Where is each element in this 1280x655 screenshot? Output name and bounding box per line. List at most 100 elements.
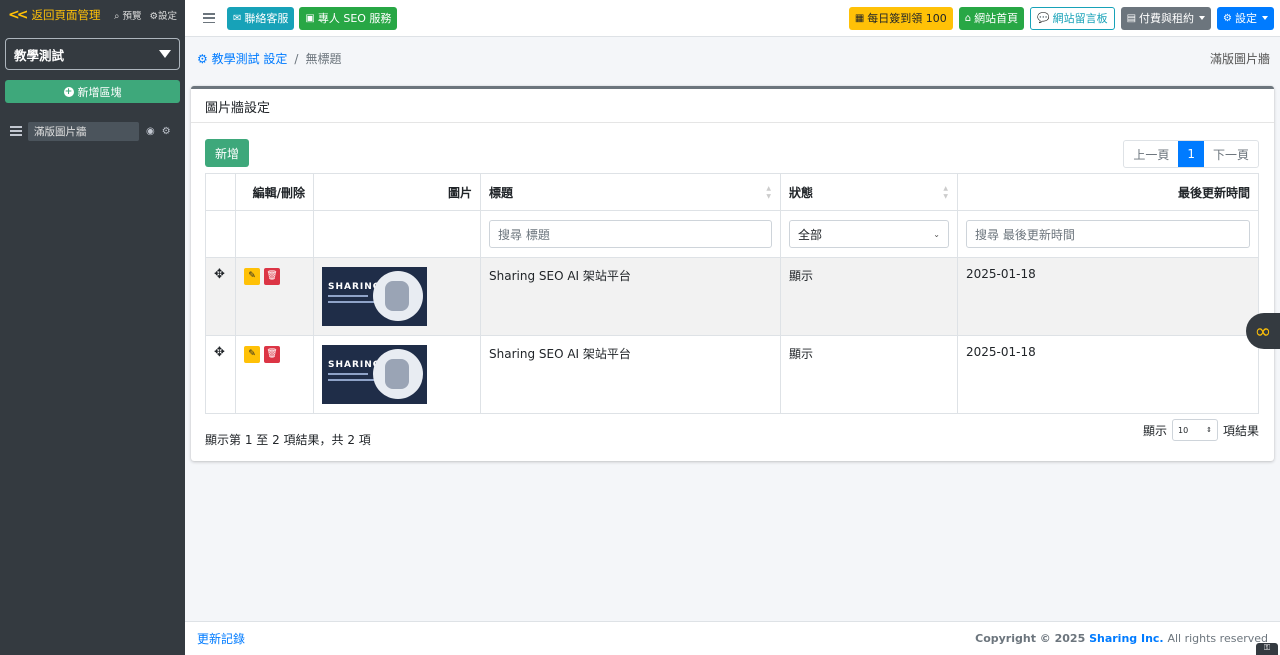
billing-dropdown[interactable]: ▤ 付費與租約: [1120, 6, 1212, 30]
new-item-button[interactable]: 新增: [205, 139, 250, 167]
chevron-down-icon: ⌄: [933, 229, 940, 239]
update-log-link[interactable]: 更新記錄: [197, 630, 245, 647]
pagination: 上一頁 1 下一頁: [1123, 140, 1259, 168]
add-block-button[interactable]: + 新增區塊: [5, 80, 180, 103]
navbar-right: ▦ 每日簽到領 100 ⌂ 網站首頁 💬 網站留言板 ▤ 付費與租約 ⚙ 設定: [848, 6, 1274, 30]
edit-button[interactable]: ✎: [244, 268, 260, 285]
status-filter-value: 全部: [798, 227, 823, 242]
move-icon[interactable]: ✥: [214, 267, 225, 282]
copyright: Copyright © 2025 Sharing Inc. All rights…: [975, 632, 1268, 645]
envelope-icon: ✉: [233, 12, 242, 24]
message-board-button[interactable]: 💬 網站留言板: [1030, 6, 1115, 30]
row-title: Sharing SEO AI 架站平台: [480, 257, 781, 336]
updated-search-input[interactable]: 搜尋 最後更新時間: [966, 220, 1250, 248]
plus-circle-icon: +: [63, 86, 74, 97]
col-status[interactable]: 狀態: [780, 173, 958, 211]
table-header-row: 編輯/刪除 圖片 標題 狀態 最後更新時間: [205, 173, 1259, 211]
gear-icon[interactable]: ⚙: [162, 126, 171, 137]
sidebar-settings-button[interactable]: ⚙設定: [149, 8, 177, 22]
col-drag: [205, 173, 236, 211]
infinity-icon[interactable]: ∞: [1246, 313, 1280, 349]
status-filter-select[interactable]: 全部 ⌄: [789, 220, 949, 248]
table-info: 顯示第 1 至 2 項結果，共 2 項: [205, 433, 371, 447]
gallery-settings-card: 圖片牆設定 新增 上一頁 1 下一頁 編輯/刪除 圖片 標題 狀態 最後更新時間…: [191, 86, 1274, 461]
move-icon[interactable]: ✥: [214, 345, 225, 360]
image-thumbnail[interactable]: SHARING: [322, 345, 427, 404]
delete-button[interactable]: 🗑: [264, 268, 280, 285]
line-icon: ▣: [305, 12, 315, 24]
filter-row: 搜尋 標題 全部 ⌄ 搜尋 最後更新時間: [205, 210, 1259, 258]
page-length: 顯示 10 ⇕ 項結果: [1143, 419, 1259, 441]
updown-icon: ⇕: [1206, 426, 1212, 434]
daily-checkin-button[interactable]: ▦ 每日簽到領 100: [848, 6, 953, 30]
site-home-label: 網站首頁: [974, 12, 1019, 25]
delete-button[interactable]: 🗑: [264, 346, 280, 363]
image-thumbnail[interactable]: SHARING: [322, 267, 427, 326]
message-board-label: 網站留言板: [1052, 12, 1108, 25]
daily-checkin-label: 每日簽到領 100: [867, 12, 947, 25]
row-title: Sharing SEO AI 架站平台: [480, 335, 781, 414]
site-home-button[interactable]: ⌂ 網站首頁: [958, 6, 1025, 30]
page-length-select[interactable]: 10 ⇕: [1171, 419, 1218, 441]
sidebar-settings-label: 設定: [157, 11, 177, 22]
row-status: 顯示: [780, 257, 958, 336]
brand-link[interactable]: Sharing Inc.: [1089, 632, 1164, 645]
rights-text: All rights reserved: [1167, 632, 1268, 645]
contact-support-label: 聯絡客服: [244, 12, 289, 25]
prev-page-button[interactable]: 上一頁: [1124, 141, 1178, 167]
preview-button[interactable]: ⌕ 預覽: [114, 8, 141, 22]
block-name[interactable]: 滿版圖片牆: [28, 121, 139, 141]
contact-support-button[interactable]: ✉ 聯絡客服: [227, 6, 295, 30]
title-search-input[interactable]: 搜尋 標題: [489, 220, 772, 248]
drag-handle-icon[interactable]: [10, 126, 22, 136]
seo-service-button[interactable]: ▣ 專人 SEO 服務: [299, 6, 398, 30]
page-1-button[interactable]: 1: [1178, 141, 1204, 167]
caret-down-icon: [1262, 16, 1268, 20]
col-updated[interactable]: 最後更新時間: [957, 173, 1259, 211]
row-status: 顯示: [780, 335, 958, 414]
site-select[interactable]: 教學測試: [5, 38, 180, 70]
home-icon: ⌂: [964, 12, 972, 24]
sidebar-top: << 返回頁面管理 ⌕ 預覽 ⚙設定: [0, 0, 185, 30]
row-updated: 2025-01-18: [957, 335, 1259, 414]
show-prefix: 顯示: [1142, 423, 1167, 438]
add-block-label: 新增區塊: [77, 85, 122, 99]
col-title[interactable]: 標題: [480, 173, 781, 211]
sidebar: << 返回頁面管理 ⌕ 預覽 ⚙設定 教學測試 + 新增區塊 滿版圖片牆 ◉ ⚙: [0, 0, 185, 655]
sidebar-block-item: 滿版圖片牆 ◉ ⚙: [10, 121, 180, 141]
edit-button[interactable]: ✎: [244, 346, 260, 363]
breadcrumb-root[interactable]: ⚙ 教學測試 設定: [197, 50, 287, 67]
gallery-table: 編輯/刪除 圖片 標題 狀態 最後更新時間 搜尋 標題 全部 ⌄ 搜尋 最後更新時…: [205, 173, 1259, 414]
caret-down-icon: [159, 50, 171, 58]
card-title: 圖片牆設定: [191, 89, 1274, 123]
gear-icon: ⚙: [1223, 12, 1232, 24]
back-to-pages-link[interactable]: << 返回頁面管理: [8, 7, 100, 23]
site-select-value: 教學測試: [14, 47, 65, 63]
table-row: ✥ ✎ 🗑 SHARING Sharing SEO AI 架站平台 顯示 2025…: [205, 335, 1259, 414]
breadcrumb: ⚙ 教學測試 設定 / 無標題: [197, 50, 341, 67]
preview-label: 預覽: [122, 11, 142, 22]
page-length-value: 10: [1177, 425, 1189, 435]
breadcrumb-separator: /: [294, 51, 299, 66]
page-footer: 更新記錄 Copyright © 2025 Sharing Inc. All r…: [185, 621, 1280, 655]
eye-icon[interactable]: ◉: [146, 126, 155, 137]
page-title: 滿版圖片牆: [1209, 52, 1270, 66]
settings-label: 設定: [1235, 12, 1257, 25]
billing-label: 付費與租約: [1139, 12, 1195, 25]
settings-dropdown[interactable]: ⚙ 設定: [1217, 6, 1274, 30]
double-chevron-left-icon: <<: [8, 7, 29, 23]
seo-service-label: 專人 SEO 服務: [317, 12, 392, 25]
show-suffix: 項結果: [1222, 423, 1259, 438]
id-card-icon: ▤: [1126, 12, 1137, 24]
next-page-button[interactable]: 下一頁: [1204, 141, 1258, 167]
top-navbar: ✉ 聯絡客服 ▣ 專人 SEO 服務 ▦ 每日簽到領 100 ⌂ 網站首頁 💬 網站留言板…: [185, 0, 1280, 37]
col-edit-delete: 編輯/刪除: [235, 173, 314, 211]
breadcrumb-root-label: 教學測試 設定: [211, 52, 288, 66]
row-updated: 2025-01-18: [957, 257, 1259, 336]
key-icon[interactable]: ⚿: [1256, 643, 1278, 655]
back-label: 返回頁面管理: [31, 8, 101, 22]
copyright-text: Copyright © 2025: [975, 632, 1086, 645]
calendar-icon: ▦: [854, 12, 865, 24]
comments-icon: 💬: [1037, 12, 1050, 24]
menu-toggle-icon[interactable]: [203, 13, 215, 23]
